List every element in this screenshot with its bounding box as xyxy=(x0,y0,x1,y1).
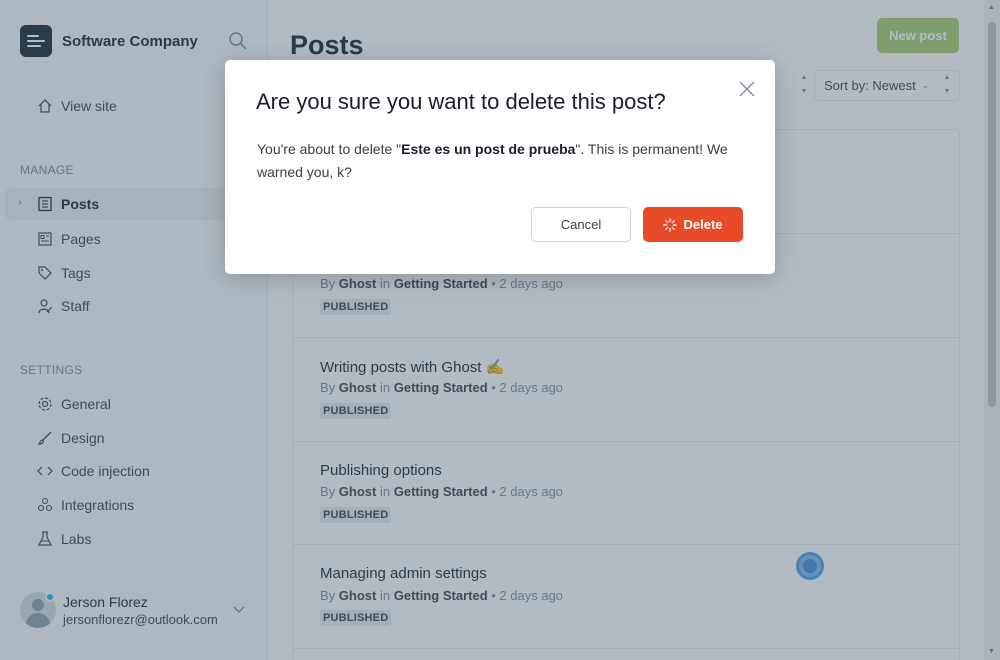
modal-title: Are you sure you want to delete this pos… xyxy=(256,89,666,114)
cancel-button[interactable]: Cancel xyxy=(531,207,631,242)
close-icon[interactable] xyxy=(737,79,757,99)
modal-body: You're about to delete "Este es un post … xyxy=(257,141,728,180)
post-name: Este es un post de prueba xyxy=(401,141,576,157)
delete-label: Delete xyxy=(683,217,723,232)
delete-confirm-modal: Are you sure you want to delete this pos… xyxy=(225,60,775,274)
loading-spinner-icon xyxy=(663,217,678,232)
delete-button[interactable]: Delete xyxy=(643,207,743,242)
